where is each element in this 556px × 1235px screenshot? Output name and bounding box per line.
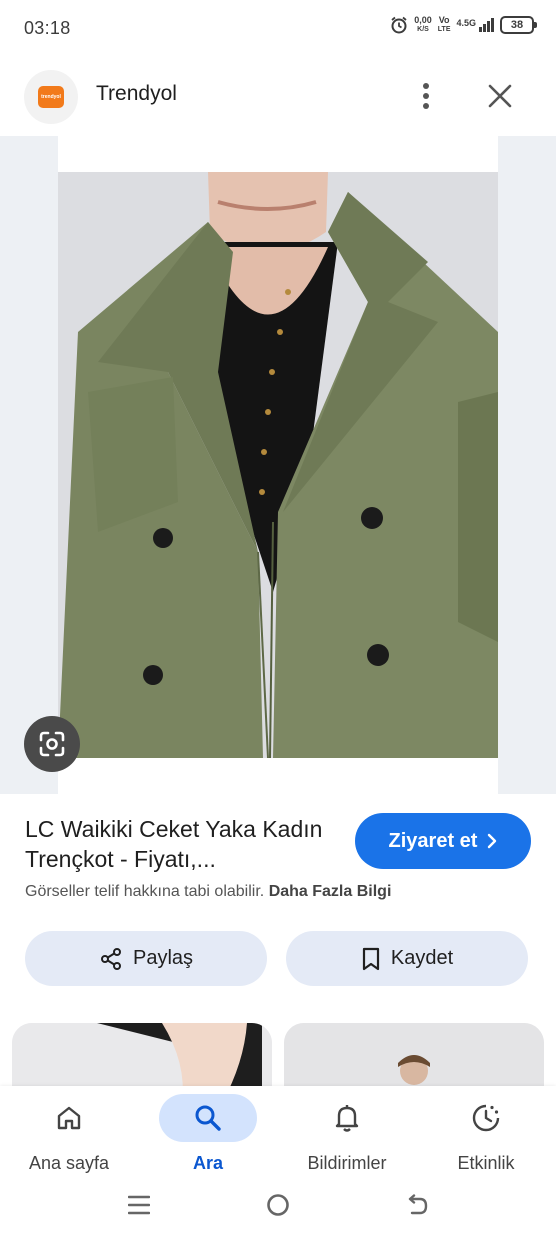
- close-icon: [488, 84, 512, 108]
- home-button[interactable]: [258, 1190, 298, 1220]
- copyright-text: Görseller telif hakkına tabi olabilir.: [25, 883, 265, 900]
- nav-label-notifications: Bildirimler: [307, 1153, 387, 1173]
- product-title[interactable]: LC Waikiki Ceket Yaka Kadın Trençkot - F…: [25, 814, 345, 874]
- recents-button[interactable]: [119, 1190, 159, 1220]
- nav-activity[interactable]: Etkinlik: [426, 1094, 546, 1184]
- more-options-button[interactable]: [408, 76, 444, 116]
- back-arrow-icon: [408, 1194, 428, 1215]
- search-icon: [195, 1105, 221, 1131]
- net-speed: 0,00 K/S: [414, 15, 432, 34]
- more-vert-icon: [423, 83, 429, 109]
- visit-label: Ziyaret et: [388, 829, 478, 852]
- result-header: trendyol Trendyol: [0, 62, 556, 130]
- close-button[interactable]: [480, 76, 520, 116]
- trendyol-logo-icon: trendyol: [38, 86, 64, 108]
- system-navigation-bar: [0, 1190, 556, 1235]
- bell-icon: [335, 1105, 359, 1132]
- nav-label-activity: Etkinlik: [457, 1153, 515, 1173]
- share-icon: [100, 947, 121, 970]
- battery-icon: 38: [500, 16, 537, 34]
- result-info: LC Waikiki Ceket Yaka Kadın Trençkot - F…: [0, 808, 556, 888]
- menu-icon: [128, 1195, 150, 1215]
- image-frame: [58, 136, 498, 794]
- nav-search[interactable]: Ara: [148, 1094, 268, 1184]
- signal-icon: 4.5G: [456, 18, 494, 32]
- nav-label-home: Ana sayfa: [28, 1153, 110, 1173]
- nav-notifications[interactable]: Bildirimler: [287, 1094, 407, 1184]
- alarm-icon: [391, 16, 407, 34]
- volte-indicator: Vo LTE: [437, 15, 451, 34]
- share-button[interactable]: Paylaş: [25, 931, 267, 986]
- back-button[interactable]: [397, 1190, 437, 1220]
- product-image[interactable]: [58, 172, 498, 758]
- visit-button[interactable]: Ziyaret et: [355, 813, 531, 869]
- more-info-link[interactable]: Daha Fazla Bilgi: [269, 883, 392, 900]
- image-preview-area: [0, 136, 556, 794]
- nav-home[interactable]: Ana sayfa: [9, 1094, 129, 1184]
- copyright-notice: Görseller telif hakkına tabi olabilir. D…: [25, 883, 391, 901]
- status-indicators: 0,00 K/S Vo LTE 4.5G 38: [390, 15, 537, 34]
- site-logo: trendyol: [24, 70, 78, 124]
- status-time: 03:18: [24, 17, 71, 38]
- circle-home-icon: [267, 1194, 289, 1216]
- site-name: Trendyol: [96, 82, 177, 105]
- save-label: Kaydet: [390, 947, 454, 969]
- share-label: Paylaş: [132, 947, 194, 969]
- bottom-navigation: Ana sayfa Ara Bildirimler Etkinlik: [0, 1086, 556, 1190]
- google-lens-button[interactable]: [24, 716, 80, 772]
- save-button[interactable]: Kaydet: [286, 931, 528, 986]
- activity-icon: [472, 1104, 500, 1132]
- home-icon: [57, 1106, 81, 1130]
- bookmark-icon: [362, 947, 379, 970]
- nav-label-search: Ara: [192, 1153, 223, 1173]
- status-bar: 03:18 0,00 K/S Vo LTE 4.5G 38: [0, 0, 556, 56]
- lens-icon: [39, 731, 65, 757]
- trench-coat-image: [58, 172, 498, 758]
- chevron-right-icon: [488, 833, 497, 849]
